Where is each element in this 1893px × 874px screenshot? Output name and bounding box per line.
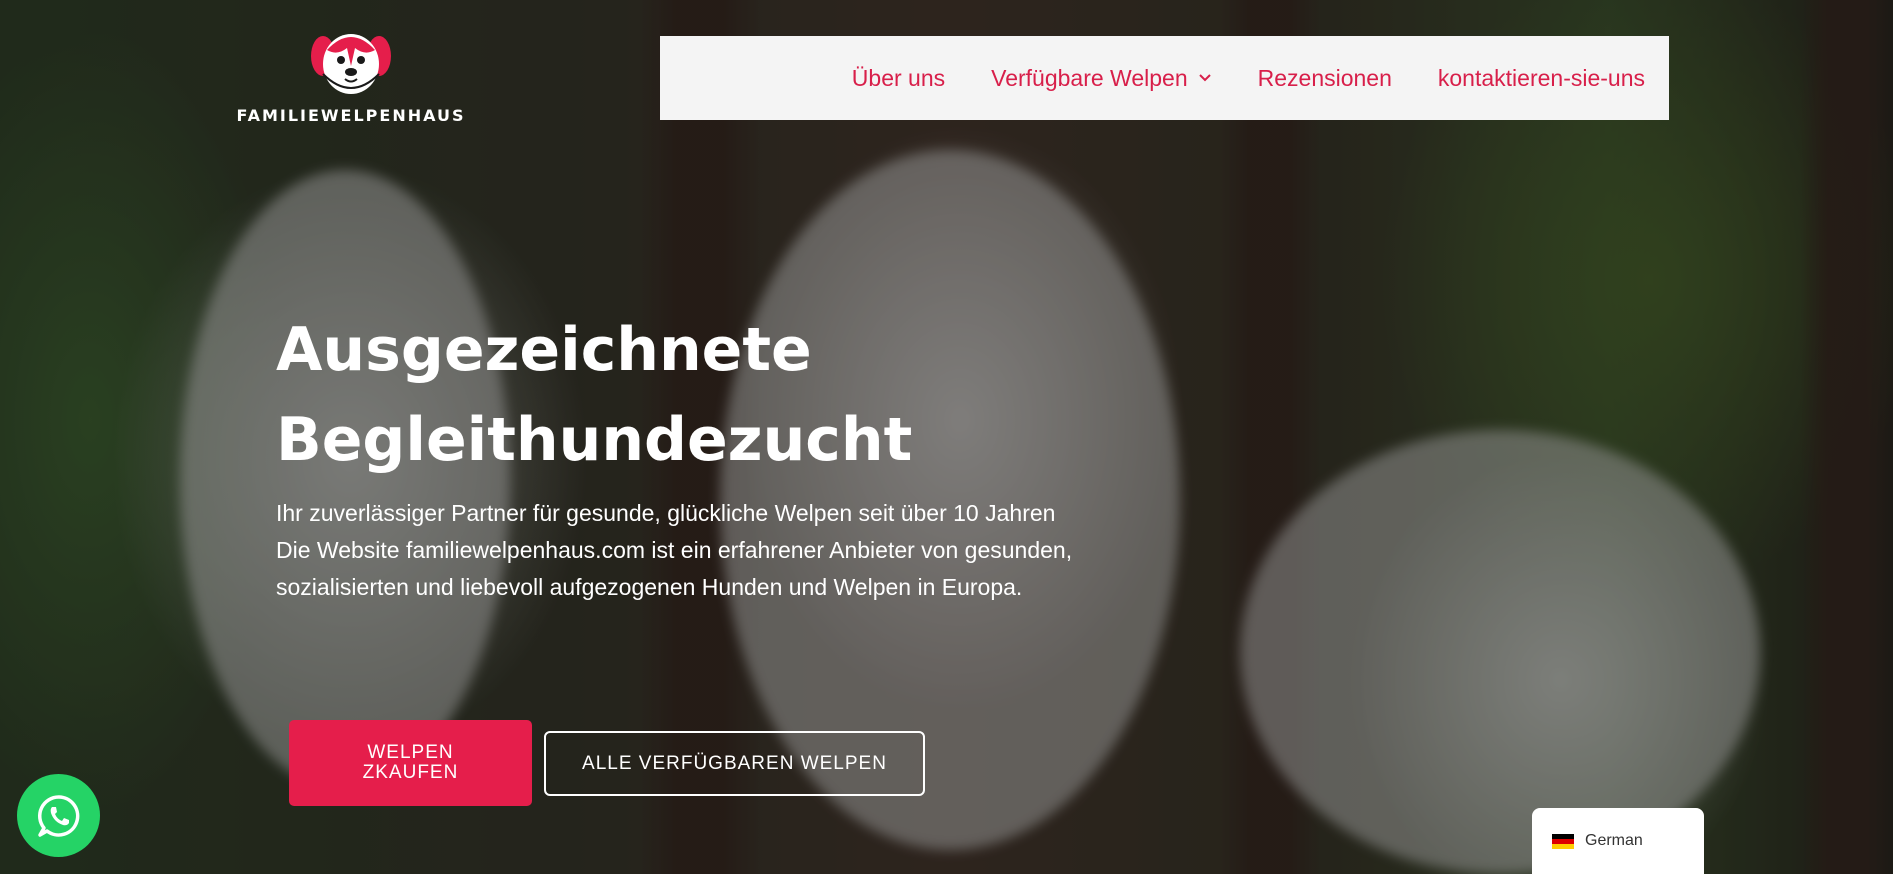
hero-title-line2: Begleithundezucht xyxy=(276,405,913,475)
main-navigation: Über uns Verfügbare Welpen Rezensionen k… xyxy=(660,36,1669,120)
nav-item-contact[interactable]: kontaktieren-sie-uns xyxy=(1438,65,1645,92)
hero-title-line1: Ausgezeichnete xyxy=(276,315,812,385)
nav-item-about[interactable]: Über uns xyxy=(852,65,945,92)
dog-logo-icon xyxy=(311,34,391,94)
nav-item-available-puppies[interactable]: Verfügbare Welpen xyxy=(991,65,1212,92)
whatsapp-button[interactable] xyxy=(17,774,100,857)
all-puppies-button-label: ALLE VERFÜGBAREN WELPEN xyxy=(582,752,887,774)
germany-flag-icon xyxy=(1552,834,1574,849)
language-label: German xyxy=(1585,832,1643,849)
nav-item-label: Rezensionen xyxy=(1257,64,1392,91)
buy-puppies-button-label: WELPEN ZKAUFEN xyxy=(362,742,459,783)
nav-item-label: kontaktieren-sie-uns xyxy=(1437,64,1645,91)
language-switcher[interactable]: German xyxy=(1532,808,1704,874)
hero-section: FAMILIEWELPENHAUS Über uns Verfügbare We… xyxy=(0,0,1893,874)
chevron-down-icon xyxy=(1198,74,1211,82)
whatsapp-icon xyxy=(37,794,79,837)
all-puppies-button[interactable]: ALLE VERFÜGBAREN WELPEN xyxy=(544,731,925,796)
hero-title: Ausgezeichnete Begleithundezucht xyxy=(276,305,1176,485)
site-logo[interactable]: FAMILIEWELPENHAUS xyxy=(236,26,466,125)
logo-text: FAMILIEWELPENHAUS xyxy=(236,106,466,125)
nav-item-label: Verfügbare Welpen xyxy=(991,64,1188,91)
nav-item-label: Über uns xyxy=(851,64,946,91)
nav-item-reviews[interactable]: Rezensionen xyxy=(1258,65,1392,92)
buy-puppies-button[interactable]: WELPEN ZKAUFEN xyxy=(289,720,532,806)
hero-description: Ihr zuverlässiger Partner für gesunde, g… xyxy=(276,500,1073,600)
